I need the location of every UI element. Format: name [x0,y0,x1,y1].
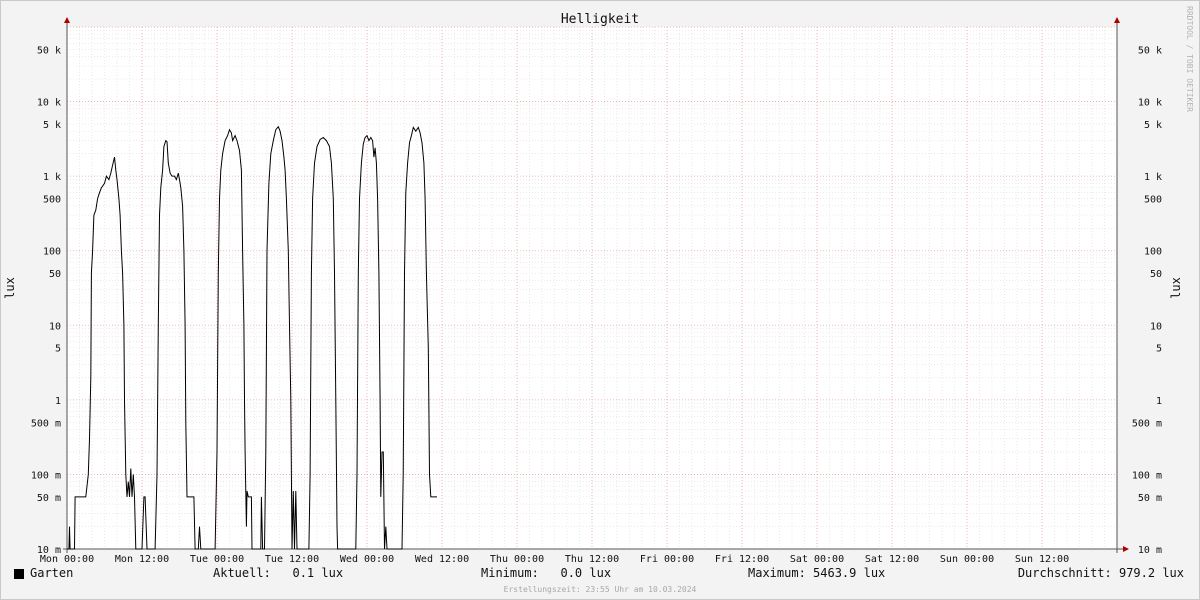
y-tick-label-right: 5 k [1144,120,1162,131]
x-tick-label: Wed 00:00 [340,554,394,565]
x-tick-label: Sat 12:00 [865,554,919,565]
y-axis-arrow-left [64,17,70,23]
legend-series-name: Garten [30,566,74,580]
x-tick-label: Fri 12:00 [715,554,769,565]
x-tick-label: Sat 00:00 [790,554,844,565]
legend-current: Aktuell: 0.1 lux [213,566,344,580]
y-tick-label-right: 50 [1150,269,1162,280]
y-tick-label-left: 5 [55,344,61,355]
x-axis-arrow [1123,546,1129,552]
x-tick-label: Thu 12:00 [565,554,619,565]
x-tick-label: Sun 00:00 [940,554,994,565]
y-tick-label-left: 500 [43,195,61,206]
y-tick-label-left: 50 m [37,493,61,504]
y-tick-label-right: 500 m [1132,418,1162,429]
y-tick-label-right: 10 m [1138,545,1162,556]
legend: Garten Aktuell: 0.1 lux Minimum: 0.0 lux… [0,566,1200,586]
y-tick-label-right: 50 m [1138,493,1162,504]
footer-timestamp: Erstellungszeit: 23:55 Uhr am 10.03.2024 [503,585,697,594]
y-axis-label-left: lux [3,277,17,299]
y-tick-label-left: 10 k [37,98,61,109]
y-tick-label-right: 1 k [1144,172,1162,183]
legend-average: Durchschnitt: 979.2 lux [1017,566,1184,580]
grid [66,26,1118,550]
y-tick-label-right: 1 [1156,396,1162,407]
x-tick-label: Sun 12:00 [1015,554,1069,565]
y-tick-label-right: 10 [1150,321,1162,332]
y-tick-label-right: 100 m [1132,470,1162,481]
watermark: RRDTOOL / TOBI OETIKER [1185,6,1194,112]
y-tick-label-right: 10 k [1138,98,1162,109]
y-axis-arrow-right [1114,17,1120,23]
y-tick-label-right: 500 [1144,195,1162,206]
y-tick-label-left: 1 k [43,172,61,183]
chart-title: Helligkeit [561,12,639,27]
chart-svg: 10 m 10 m50 m 50 m100 m 100 m500 m 500 m1 15 5… [3,12,1183,565]
x-tick-label: Thu 00:00 [490,554,544,565]
y-tick-label-right: 50 k [1138,45,1162,56]
y-tick-label-left: 1 [55,396,61,407]
y-axis-label-right: lux [1169,277,1183,299]
y-tick-label-left: 500 m [31,418,61,429]
x-tick-label: Tue 12:00 [265,554,319,565]
x-tick-label: Mon 00:00 [40,554,94,565]
legend-minimum: Minimum: 0.0 lux [481,566,612,580]
legend-swatch [14,569,24,579]
legend-maximum: Maximum: 5463.9 lux [748,566,886,580]
y-tick-label-left: 10 [49,321,61,332]
y-tick-label-left: 50 [49,269,61,280]
y-tick-label-right: 5 [1156,344,1162,355]
y-tick-label-left: 50 k [37,45,61,56]
y-tick-label-left: 100 m [31,470,61,481]
x-tick-label: Tue 00:00 [190,554,244,565]
x-tick-label: Wed 12:00 [415,554,469,565]
y-tick-label-left: 100 [43,247,61,258]
y-tick-label-right: 100 [1144,247,1162,258]
x-tick-label: Mon 12:00 [115,554,169,565]
x-tick-label: Fri 00:00 [640,554,694,565]
y-tick-label-left: 5 k [43,120,61,131]
